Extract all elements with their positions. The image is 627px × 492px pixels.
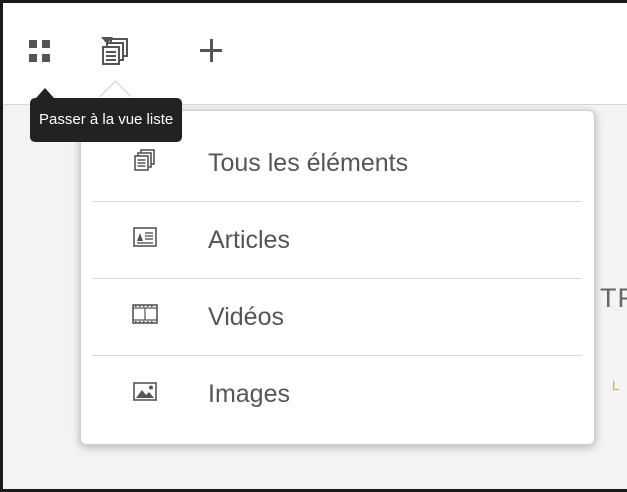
menu-item-label: Articles [208, 226, 290, 254]
grid-square [29, 40, 37, 48]
menu-item-articles[interactable]: Articles [92, 202, 582, 279]
menu-item-images[interactable]: Images [92, 356, 582, 432]
video-film-icon [132, 304, 158, 324]
add-button[interactable] [200, 39, 224, 63]
view-tooltip: Passer à la vue liste [30, 98, 183, 142]
grid-square [42, 40, 50, 48]
grid-square [29, 54, 37, 62]
grid-square [42, 54, 50, 62]
background-heading-fragment: TR [600, 283, 627, 313]
menu-item-label: Images [208, 380, 290, 408]
content-type-menu: Tous les éléments Articles Vidéos Images [80, 110, 595, 445]
stacked-pages-icon [134, 149, 155, 171]
caret-down-icon [101, 37, 113, 44]
grid-view-icon[interactable] [29, 40, 51, 64]
menu-item-label: Vidéos [208, 303, 284, 331]
menu-item-label: Tous les éléments [208, 149, 409, 177]
content-type-dropdown-button[interactable] [101, 37, 165, 67]
image-icon [133, 382, 157, 401]
plus-icon-bar [210, 39, 213, 62]
menu-item-videos[interactable]: Vidéos [92, 279, 582, 356]
toolbar [3, 3, 627, 105]
article-icon [133, 227, 157, 247]
background-link-fragment[interactable]: L [612, 378, 619, 393]
tooltip-pointer [36, 88, 54, 98]
